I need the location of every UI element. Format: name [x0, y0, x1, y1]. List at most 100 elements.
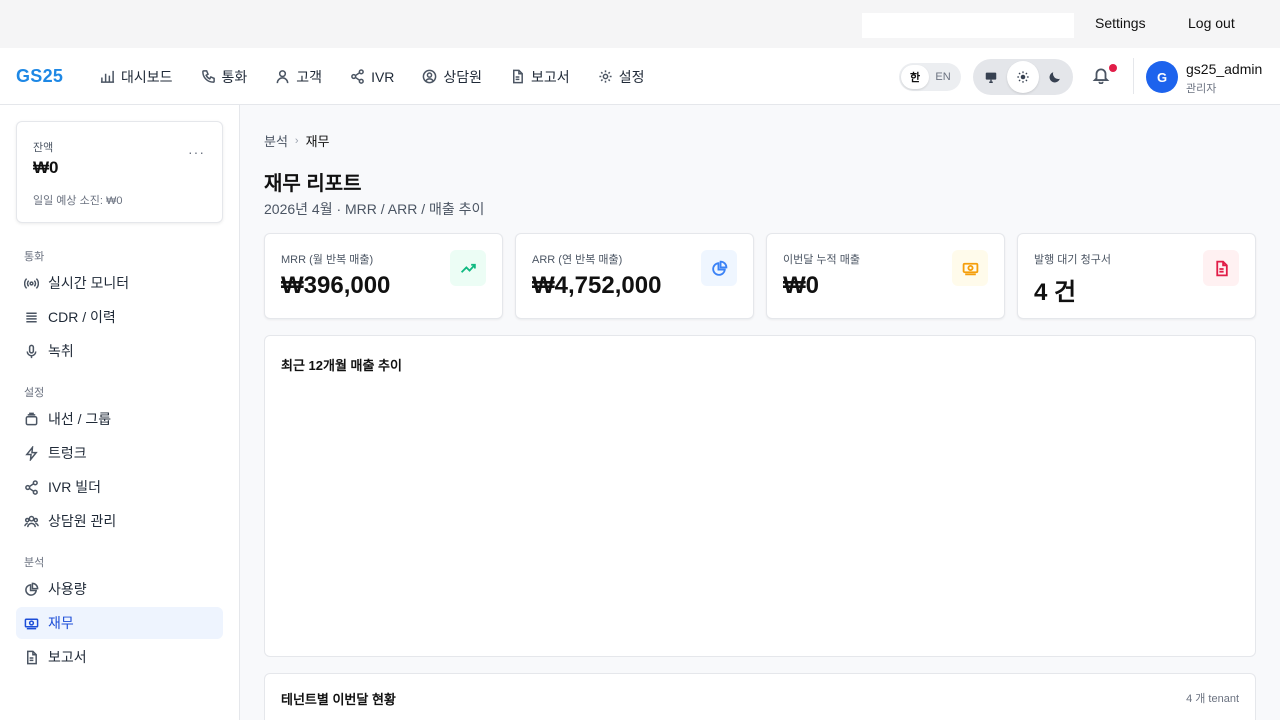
nav-label: 고객 — [296, 68, 323, 85]
pie-chart-icon — [711, 260, 727, 276]
sidebar-item-cdr-history[interactable]: CDR / 이력 — [16, 301, 223, 333]
utility-input[interactable] — [862, 13, 1074, 38]
kpi-value: 4 건 — [1034, 279, 1077, 306]
sidebar: 잔액 ₩0 일일 예상 소진: ₩0 ··· 통화 실시간 모니터 CDR / … — [0, 105, 240, 720]
sidebar-item-finance[interactable]: 재무 — [16, 607, 223, 639]
sidebar-item-label: 녹취 — [48, 343, 74, 359]
chart-card-title: 최근 12개월 매출 추이 — [281, 358, 402, 373]
nav-customers[interactable]: 고객 — [275, 67, 322, 87]
nav-dashboard[interactable]: 대시보드 — [100, 67, 173, 87]
layers-icon — [25, 412, 38, 425]
sidebar-item-label: 실시간 모니터 — [48, 275, 130, 291]
logout-link[interactable]: Log out — [1188, 15, 1235, 31]
theme-light-option[interactable] — [1007, 61, 1039, 93]
tenant-card-title: 테넌트별 이번달 현황 — [281, 692, 396, 707]
more-options-icon[interactable]: ··· — [188, 144, 205, 160]
balance-burn-estimate: 일일 예상 소진: ₩0 — [33, 195, 123, 207]
banknote-icon — [962, 262, 978, 275]
settings-link[interactable]: Settings — [1095, 15, 1146, 31]
theme-dark-option[interactable] — [1040, 61, 1071, 93]
revenue-trend-card: 최근 12개월 매출 추이 — [264, 335, 1256, 657]
kpi-icon-box — [1203, 250, 1239, 286]
user-icon — [276, 70, 289, 84]
money-icon — [24, 618, 39, 629]
kpi-card-monthly-revenue: 이번달 누적 매출 ₩0 — [766, 233, 1005, 319]
app-header: GS25 대시보드 통화 고객 IVR 상담원 보고서 설정 한 EN G gs… — [0, 48, 1280, 105]
sidebar-item-label: 내선 / 그룹 — [48, 411, 112, 427]
tenant-summary-card: 테넌트별 이번달 현황 4 개 tenant — [264, 673, 1256, 720]
sidebar-item-label: 보고서 — [48, 649, 87, 665]
user-role: 관리자 — [1186, 83, 1217, 95]
pie-icon — [25, 582, 39, 596]
nav-calls[interactable]: 통화 — [201, 67, 248, 87]
monitor-icon — [985, 72, 996, 83]
unread-badge — [1109, 64, 1117, 72]
share-icon — [25, 479, 38, 495]
nav-label: 통화 — [221, 68, 248, 85]
top-utility-bar: Settings Log out — [0, 0, 1280, 48]
nav-reports[interactable]: 보고서 — [510, 67, 570, 87]
notifications-button[interactable] — [1092, 64, 1117, 88]
theme-system-option[interactable] — [975, 61, 1006, 93]
kpi-value: ₩396,000 — [281, 272, 391, 299]
brand-logo[interactable]: GS25 — [16, 66, 63, 87]
lang-en-option[interactable]: EN — [929, 65, 957, 89]
nav-label: IVR — [371, 68, 395, 85]
sidebar-item-usage[interactable]: 사용량 — [16, 573, 223, 605]
kpi-icon-box — [701, 250, 737, 286]
avatar[interactable]: G — [1146, 61, 1178, 93]
nav-settings[interactable]: 설정 — [598, 67, 645, 87]
user-name: gs25_admin — [1186, 61, 1263, 77]
kpi-value: ₩4,752,000 — [532, 272, 662, 299]
lang-ko-option[interactable]: 한 — [901, 65, 929, 89]
sidebar-item-label: 사용량 — [48, 581, 87, 597]
sun-icon — [1017, 71, 1029, 83]
bell-icon — [1092, 68, 1110, 85]
nav-label: 보고서 — [531, 68, 570, 85]
list-icon — [26, 312, 37, 322]
nav-label: 상담원 — [443, 68, 483, 85]
nav-label: 대시보드 — [121, 68, 173, 85]
page-title: 재무 리포트 — [264, 173, 362, 195]
kpi-icon-box — [952, 250, 988, 286]
sidebar-item-realtime-monitor[interactable]: 실시간 모니터 — [16, 267, 223, 299]
main-content: 분석 › 재무 재무 리포트 2026년 4월 · MRR / ARR / 매출… — [240, 105, 1280, 720]
kpi-card-mrr: MRR (월 반복 매출) ₩396,000 — [264, 233, 503, 319]
sidebar-item-trunks[interactable]: 트렁크 — [16, 437, 223, 469]
kpi-label: MRR (월 반복 매출) — [281, 254, 374, 266]
main-nav: 대시보드 통화 고객 IVR 상담원 보고서 설정 — [100, 48, 672, 105]
broadcast-icon — [24, 277, 39, 289]
page-subtitle: 2026년 4월 · MRR / ARR / 매출 추이 — [264, 201, 485, 217]
kpi-label: 발행 대기 청구서 — [1034, 254, 1111, 266]
breadcrumb-current: 재무 — [305, 134, 330, 149]
language-toggle: 한 EN — [899, 63, 961, 91]
breadcrumb-parent-link[interactable]: 분석 — [264, 131, 288, 150]
kpi-card-arr: ARR (연 반복 매출) ₩4,752,000 — [515, 233, 754, 319]
balance-label: 잔액 — [33, 142, 54, 154]
moon-icon — [1049, 72, 1061, 83]
sidebar-item-recordings[interactable]: 녹취 — [16, 335, 223, 367]
sidebar-item-label: 트렁크 — [48, 445, 87, 461]
sidebar-item-label: CDR / 이력 — [48, 309, 116, 325]
sidebar-item-agent-management[interactable]: 상담원 관리 — [16, 505, 223, 537]
sidebar-item-extensions-groups[interactable]: 내선 / 그룹 — [16, 403, 223, 435]
zap-icon — [25, 445, 38, 461]
breadcrumb: 분석 › 재무 — [264, 131, 330, 150]
balance-value: ₩0 — [33, 158, 59, 177]
header-divider — [1133, 58, 1134, 94]
sidebar-item-ivr-builder[interactable]: IVR 빌더 — [16, 471, 223, 503]
nav-label: 설정 — [618, 68, 645, 85]
nav-ivr[interactable]: IVR — [350, 69, 394, 85]
sidebar-item-reports[interactable]: 보고서 — [16, 641, 223, 673]
sidebar-section-analytics: 분석 — [24, 557, 45, 569]
kpi-icon-box — [450, 250, 486, 286]
file-icon — [27, 650, 37, 664]
gear-icon — [599, 70, 612, 83]
tenant-count: 4 개 tenant — [1186, 693, 1239, 705]
nav-agents[interactable]: 상담원 — [422, 67, 482, 87]
sidebar-item-label: 상담원 관리 — [48, 513, 117, 529]
theme-toggle — [973, 59, 1073, 95]
file-icon — [513, 69, 523, 84]
phone-icon — [201, 70, 215, 83]
user-circle-icon — [423, 69, 437, 84]
